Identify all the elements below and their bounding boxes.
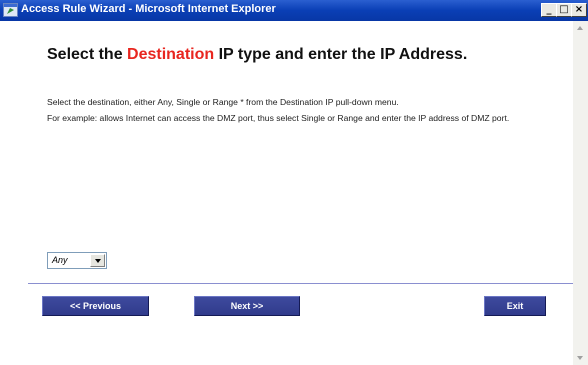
page-title: Select the Destination IP type and enter…: [47, 46, 468, 63]
example-text: For example: allows Internet can access …: [47, 113, 510, 123]
heading-accent: Destination: [127, 46, 215, 63]
select-value: Any: [52, 255, 68, 265]
next-button[interactable]: Next >>: [194, 296, 300, 316]
vertical-scrollbar[interactable]: [573, 21, 588, 365]
scroll-up-icon[interactable]: [573, 21, 588, 36]
instruction-text: Select the destination, either Any, Sing…: [47, 97, 399, 107]
scroll-down-icon[interactable]: [573, 350, 588, 365]
divider: [28, 283, 573, 284]
close-button[interactable]: ×: [571, 3, 587, 17]
previous-button[interactable]: << Previous: [42, 296, 149, 316]
minimize-button[interactable]: _: [541, 3, 557, 17]
destination-ip-select[interactable]: Any: [47, 252, 107, 269]
exit-button[interactable]: Exit: [484, 296, 546, 316]
dropdown-arrow-icon[interactable]: [90, 254, 105, 267]
title-bar: Access Rule Wizard - Microsoft Internet …: [0, 0, 588, 21]
ie-icon: [3, 3, 18, 17]
maximize-button[interactable]: □: [556, 3, 572, 17]
window-title: Access Rule Wizard - Microsoft Internet …: [21, 3, 276, 15]
